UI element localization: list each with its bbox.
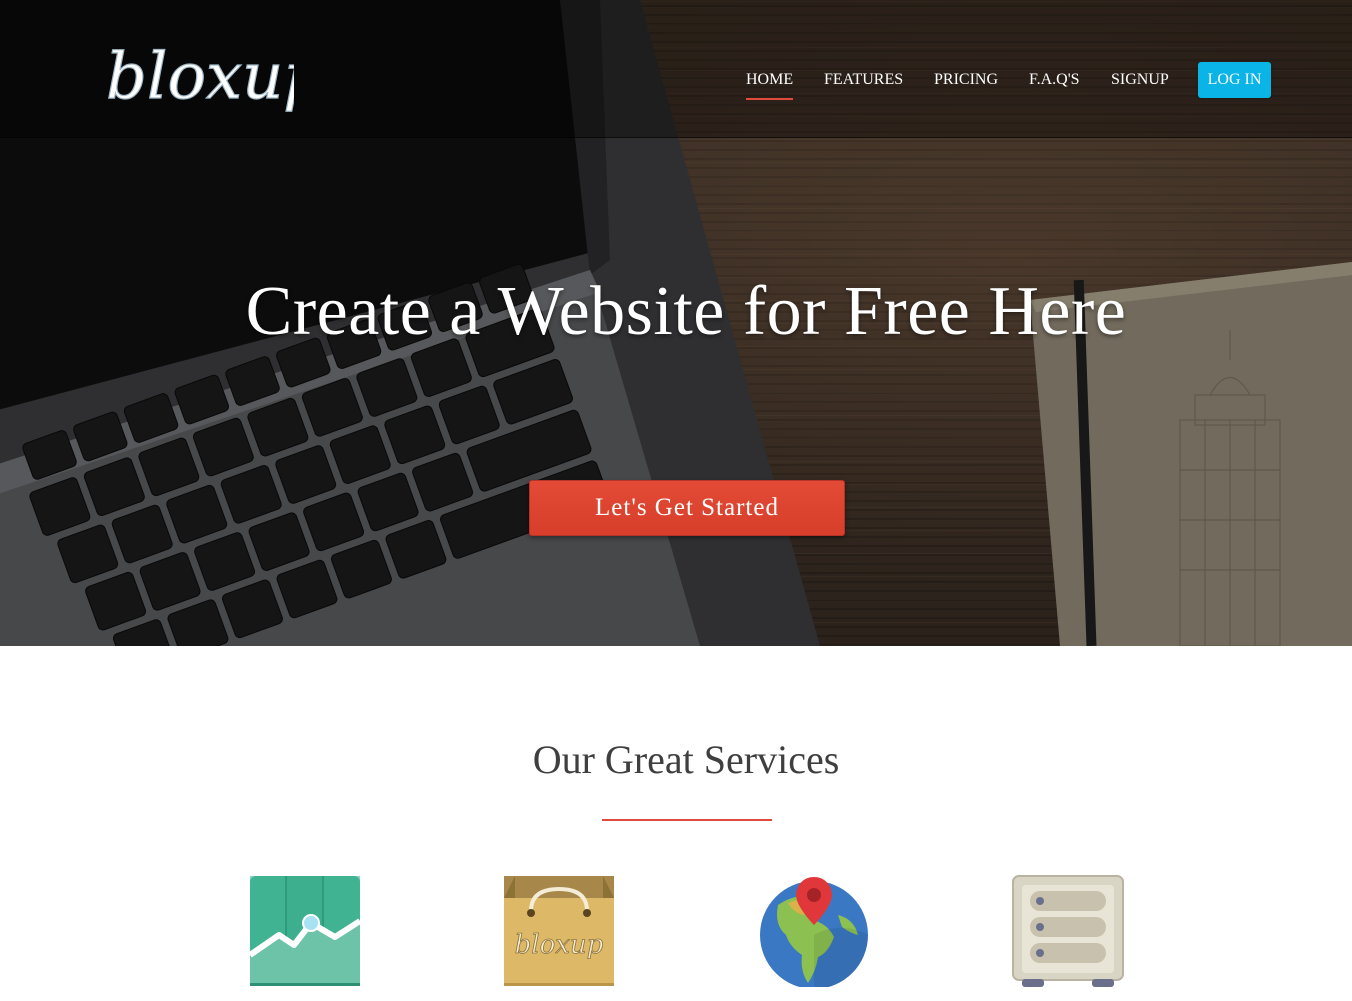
server-cabinet-icon[interactable]: [1012, 875, 1124, 987]
main-nav: HOME FEATURES PRICING F.A.Q'S SIGNUP: [0, 62, 1352, 102]
services-divider: [602, 819, 772, 821]
hero-title: Create a Website for Free Here: [245, 273, 1127, 350]
analytics-chart-icon[interactable]: [249, 875, 361, 987]
hero-section: bloxup HOME FEATURES PRICING F.A.Q'S SIG…: [0, 0, 1352, 646]
svg-text:bloxup: bloxup: [515, 930, 604, 960]
nav-signup[interactable]: SIGNUP: [1111, 62, 1169, 98]
nav-home[interactable]: HOME: [746, 62, 794, 100]
get-started-button[interactable]: Let's Get Started: [529, 480, 845, 536]
nav-pricing[interactable]: PRICING: [934, 62, 998, 98]
login-button[interactable]: LOG IN: [1198, 62, 1271, 98]
site-header: bloxup HOME FEATURES PRICING F.A.Q'S SIG…: [0, 0, 1352, 138]
services-title: Our Great Services: [532, 737, 840, 782]
nav-faqs[interactable]: F.A.Q'S: [1029, 62, 1080, 98]
shopping-bag-icon[interactable]: bloxup: [503, 875, 615, 987]
globe-map-pin-icon[interactable]: [758, 875, 870, 987]
nav-features[interactable]: FEATURES: [824, 62, 903, 98]
